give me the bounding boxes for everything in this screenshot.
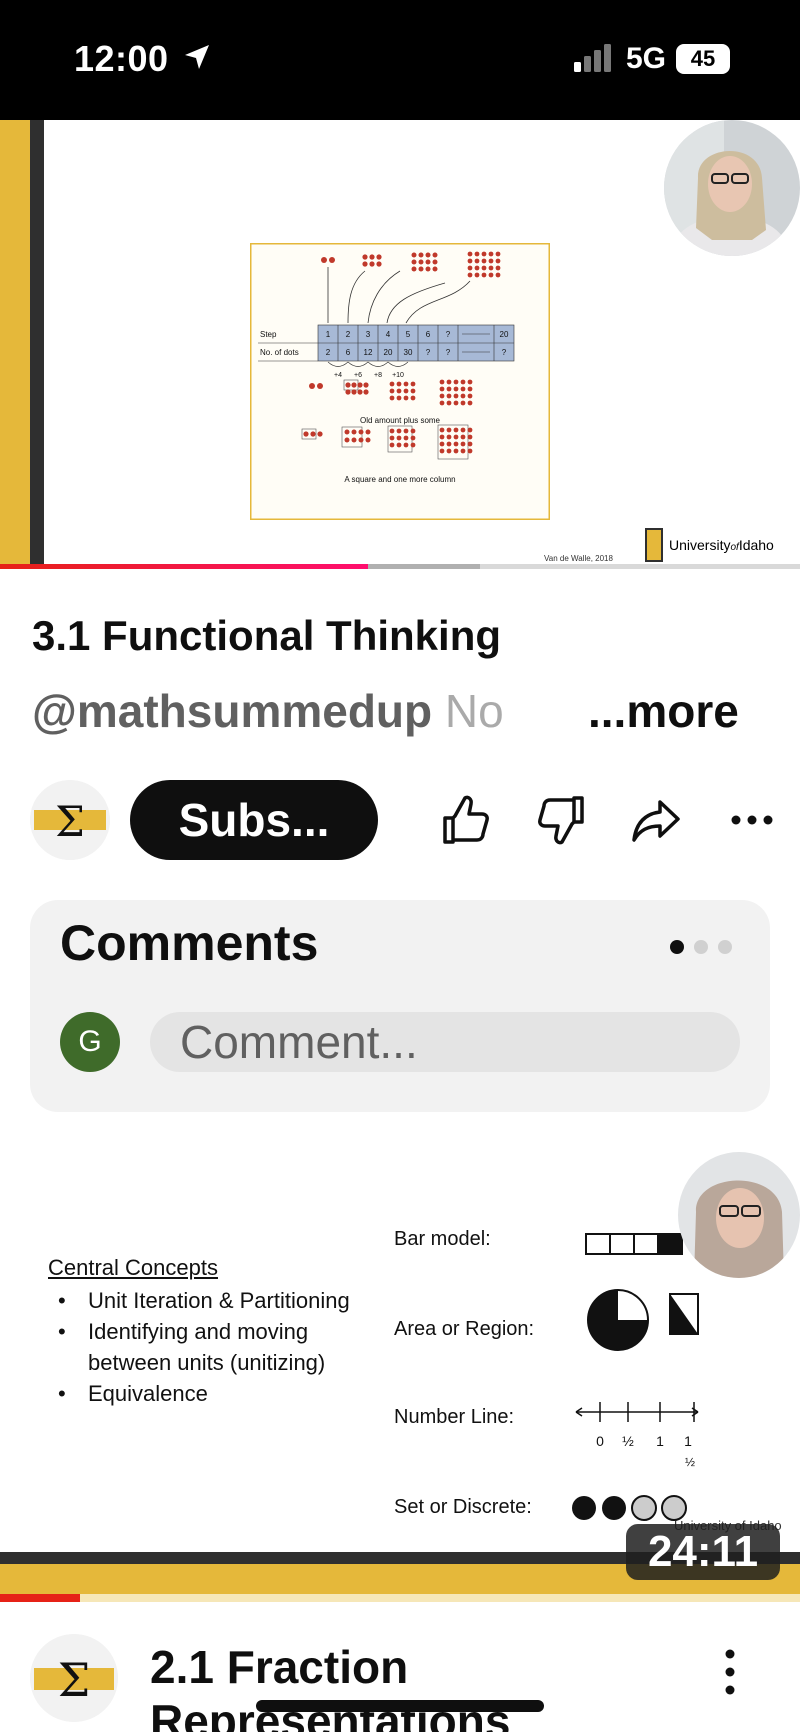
university-logo: UniversityofIdaho — [645, 528, 774, 562]
set-model-icon — [572, 1495, 687, 1521]
table-row-label: No. of dots — [260, 348, 299, 357]
video-meta[interactable]: @mathsummedup No — [32, 684, 504, 738]
step-cell: 1 — [326, 330, 331, 339]
next-video-info-row[interactable]: Σ 2.1 Fraction Representations — [0, 1620, 800, 1732]
central-concept-item: Identifying and moving between units (un… — [54, 1316, 384, 1378]
number-line-label: ½ — [622, 1433, 634, 1449]
presenter-webcam-2 — [678, 1152, 800, 1278]
pager-dot — [670, 940, 684, 954]
slide-caption-square: A square and one more column — [344, 475, 455, 484]
number-line-icon — [575, 1402, 699, 1422]
video-title[interactable]: 3.1 Functional Thinking — [32, 612, 501, 660]
step-cell: 3 — [366, 330, 371, 339]
svg-text:Σ: Σ — [55, 797, 85, 846]
dots-cell: 12 — [364, 348, 373, 357]
rep-label-bar: Bar model: — [394, 1228, 491, 1250]
university-logo-mark — [645, 528, 663, 562]
central-concept-item: Unit Iteration & Partitioning — [54, 1285, 384, 1316]
step-cell: 20 — [500, 330, 509, 339]
cellular-signal-icon — [574, 44, 611, 72]
status-time: 12:00 — [74, 38, 169, 79]
action-row: Σ Subs... — [0, 772, 800, 868]
location-arrow-icon — [185, 45, 209, 69]
step-cell: 2 — [346, 330, 351, 339]
pager-dot — [718, 940, 732, 954]
central-concepts-list: Unit Iteration & Partitioning Identifyin… — [54, 1285, 384, 1409]
user-avatar: G — [60, 1012, 120, 1072]
university-logo-text: UniversityofIdaho — [669, 537, 774, 553]
slide-gold-stripe — [0, 120, 30, 565]
rep-label-number-line: Number Line: — [394, 1406, 515, 1428]
central-concepts-title: Central Concepts — [48, 1255, 218, 1280]
channel-handle: @mathsummedup — [32, 685, 433, 737]
presenter-webcam — [664, 120, 800, 256]
pager-dot — [694, 940, 708, 954]
dislike-icon[interactable] — [534, 792, 590, 848]
dots-cell: 6 — [346, 348, 351, 357]
watch-progress-track — [0, 1594, 800, 1602]
increment-label: +4 — [334, 372, 342, 379]
dots-cell: 20 — [384, 348, 393, 357]
comments-pager — [670, 940, 732, 954]
number-line-label: 1 — [684, 1433, 692, 1449]
dots-cell: ? — [502, 348, 507, 357]
more-button[interactable]: ...more — [584, 684, 739, 738]
step-cell: 5 — [406, 330, 411, 339]
video-duration-badge: 24:11 — [626, 1524, 780, 1580]
dots-cell: ? — [446, 348, 451, 357]
increment-label: +6 — [354, 372, 362, 379]
slide-caption-old-amount: Old amount plus some — [360, 416, 441, 425]
dots-cell: 30 — [404, 348, 413, 357]
battery-indicator: 45 — [676, 44, 730, 74]
table-row-label: Step — [260, 330, 277, 339]
share-icon[interactable] — [628, 792, 684, 848]
channel-avatar[interactable]: Σ — [30, 780, 110, 860]
fraction-representations: 0 ½ 1 1 ½ — [572, 1233, 699, 1521]
like-icon[interactable] — [437, 792, 493, 848]
number-line-label: 0 — [596, 1433, 604, 1449]
area-model-icon — [587, 1289, 699, 1351]
status-bar: 12:00 5G 45 — [0, 0, 800, 120]
video-meta-extra: No — [444, 685, 504, 737]
dots-cell: 2 — [326, 348, 331, 357]
kebab-menu-icon[interactable] — [712, 1644, 748, 1704]
more-actions-icon[interactable] — [726, 792, 782, 848]
rep-label-set: Set or Discrete: — [394, 1496, 532, 1518]
next-video-title[interactable]: 2.1 Fraction Representations — [150, 1640, 570, 1732]
slide-dark-stripe — [30, 120, 44, 565]
comments-title: Comments — [60, 915, 319, 971]
rep-label-area: Area or Region: — [394, 1318, 535, 1340]
network-type: 5G — [626, 42, 667, 75]
central-concept-item: Equivalence — [54, 1378, 384, 1409]
dots-cell: ? — [426, 348, 431, 357]
increment-label: +10 — [392, 372, 404, 379]
channel-avatar-2[interactable]: Σ — [30, 1634, 118, 1722]
step-cell: 6 — [426, 330, 431, 339]
comment-input[interactable]: Comment... — [150, 1012, 740, 1072]
number-line-label: ½ — [685, 1455, 695, 1469]
watch-progress-played — [0, 1594, 80, 1602]
increment-label: +8 — [374, 372, 382, 379]
slide-figure: Step No. of dots 1 2 3 4 5 6 ? 20 2 6 12… — [250, 243, 550, 520]
subscribe-button[interactable]: Subs... — [130, 780, 378, 860]
bar-model-icon — [585, 1233, 683, 1255]
comments-card[interactable]: Comments G Comment... — [30, 900, 770, 1112]
slide-credit: Van de Walle, 2018 — [544, 554, 613, 563]
step-cell: 4 — [386, 330, 391, 339]
number-line-label: 1 — [656, 1433, 664, 1449]
home-indicator[interactable] — [256, 1700, 544, 1712]
step-cell: ? — [446, 330, 451, 339]
svg-text:Σ: Σ — [58, 1653, 91, 1707]
